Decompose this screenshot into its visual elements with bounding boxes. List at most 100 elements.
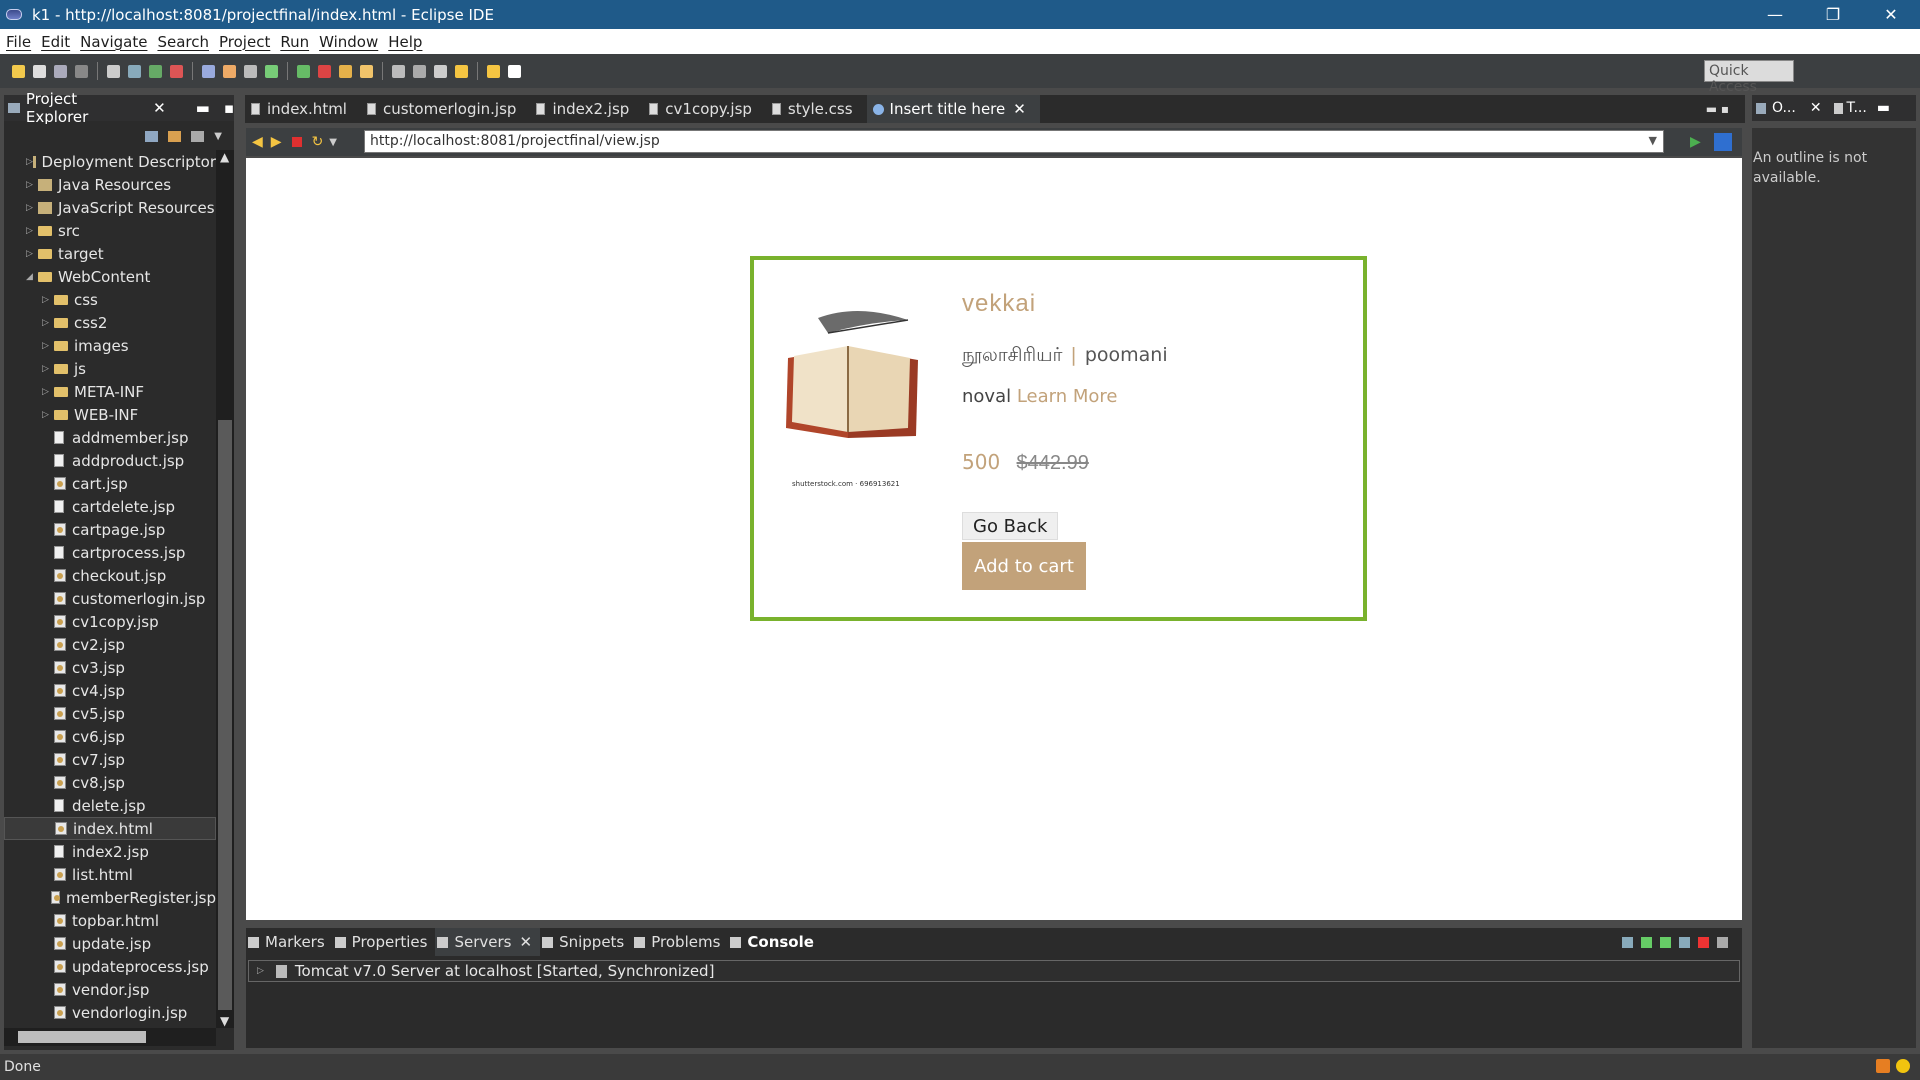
close-window-button[interactable]: ✕ [1862,0,1920,29]
tree-item[interactable]: ▷ JavaScript Resources [4,196,216,219]
server-action-icon[interactable] [1717,936,1728,948]
editor-tab[interactable]: style.css [766,95,867,123]
bottom-tab[interactable]: Console [728,928,822,956]
toolbar-tool-icon[interactable] [455,64,468,78]
toolbar-tool-icon[interactable] [318,64,331,78]
expand-arrow-icon[interactable]: ▷ [42,318,54,328]
tree-item[interactable]: ▷ WEB-INF [4,403,216,426]
tree-item[interactable]: cartpage.jsp [4,518,216,541]
close-icon[interactable]: ✕ [153,99,166,117]
menu-run[interactable]: Run [280,33,309,51]
expand-arrow-icon[interactable]: ▷ [26,203,38,213]
server-row[interactable]: ▷ Tomcat v7.0 Server at localhost [Start… [248,960,1740,982]
scrollbar-thumb[interactable] [218,420,232,1010]
tree-item[interactable]: checkout.jsp [4,564,216,587]
bottom-tab[interactable]: Snippets [540,928,632,956]
toolbar-tool-icon[interactable] [487,64,500,78]
tree-item[interactable]: ▷ images [4,334,216,357]
expand-arrow-icon[interactable]: ▷ [257,966,264,976]
server-action-icon[interactable] [1660,936,1671,948]
toolbar-tool-icon[interactable] [339,64,352,78]
server-action-icon[interactable] [1641,936,1652,948]
open-external-icon[interactable] [1714,133,1732,151]
tree-item[interactable]: cart.jsp [4,472,216,495]
tree-item[interactable]: ▷ META-INF [4,380,216,403]
expand-arrow-icon[interactable]: ▷ [42,341,54,351]
menu-edit[interactable]: Edit [41,33,70,51]
server-action-icon[interactable] [1698,936,1709,948]
expand-arrow-icon[interactable]: ▷ [26,180,38,190]
toolbar-tool-icon[interactable] [244,64,257,78]
toolbar-tool-icon[interactable] [107,64,120,78]
tree-item[interactable]: cv6.jsp [4,725,216,748]
explorer-horizontal-scrollbar[interactable] [4,1028,216,1046]
tree-item[interactable]: addmember.jsp [4,426,216,449]
bottom-tab[interactable]: Properties [333,928,436,956]
tree-item[interactable]: memberRegister.jsp [4,886,216,909]
maximize-view-icon[interactable]: ▪ [224,99,234,117]
tree-item[interactable]: cv2.jsp [4,633,216,656]
toolbar-tool-icon[interactable] [508,64,521,78]
tree-item[interactable]: index.html [4,817,216,840]
tree-item[interactable]: cv7.jsp [4,748,216,771]
link-editor-icon[interactable] [168,130,182,142]
tree-item[interactable]: ▷ Deployment Descriptor [4,150,216,173]
editor-tab[interactable]: index.html [245,95,361,123]
tree-item[interactable]: ▷ css [4,288,216,311]
tree-item[interactable]: index2.jsp [4,840,216,863]
rss-icon[interactable] [1876,1059,1890,1073]
toolbar-tool-icon[interactable] [12,64,25,78]
toolbar-tool-icon[interactable] [360,64,373,78]
expand-arrow-icon[interactable]: ▷ [42,364,54,374]
toolbar-tool-icon[interactable] [434,64,447,78]
minimize-button[interactable]: — [1746,0,1804,29]
editor-tab[interactable]: Insert title here ✕ [866,95,1040,123]
editor-tab[interactable]: customerlogin.jsp [361,95,530,123]
toolbar-tool-icon[interactable] [54,64,67,78]
forward-arrow-icon[interactable]: ▶ [271,134,282,150]
tree-item[interactable]: cv5.jsp [4,702,216,725]
menu-search[interactable]: Search [157,33,209,51]
menu-project[interactable]: Project [219,33,270,51]
close-icon[interactable]: ✕ [1810,100,1822,116]
tree-item[interactable]: delete.jsp [4,794,216,817]
tree-item[interactable]: cv8.jsp [4,771,216,794]
back-arrow-icon[interactable]: ◀ [252,134,263,150]
toolbar-tool-icon[interactable] [392,64,405,78]
collapse-all-icon[interactable] [145,130,159,142]
tree-item[interactable]: cv1copy.jsp [4,610,216,633]
menu-window[interactable]: Window [319,33,378,51]
add-to-cart-button[interactable]: Add to cart [962,542,1086,590]
toolbar-tool-icon[interactable] [223,64,236,78]
go-back-button[interactable]: Go Back [962,512,1059,540]
tree-item[interactable]: topbar.html [4,909,216,932]
toolbar-tool-icon[interactable] [202,64,215,78]
expand-arrow-icon[interactable]: ▷ [26,226,38,236]
tree-item[interactable]: cv4.jsp [4,679,216,702]
tree-item[interactable]: addproduct.jsp [4,449,216,472]
server-action-icon[interactable] [1679,936,1690,948]
tree-item[interactable]: ▷ Java Resources [4,173,216,196]
close-icon[interactable]: ✕ [1013,100,1026,118]
scroll-up-icon[interactable]: ▲ [220,150,229,164]
explorer-vertical-scrollbar[interactable]: ▲ ▼ [216,150,234,1028]
minimize-view-icon[interactable]: ▬ [196,99,210,117]
tip-icon[interactable] [1896,1059,1910,1073]
editor-tab[interactable]: index2.jsp [530,95,643,123]
tree-item[interactable]: updateprocess.jsp [4,955,216,978]
tree-item[interactable]: list.html [4,863,216,886]
nav-menu-icon[interactable]: ▼ [329,137,337,148]
maximize-button[interactable]: ❐ [1804,0,1862,29]
tree-item[interactable]: ▷ css2 [4,311,216,334]
tree-item[interactable]: vendorlogin.jsp [4,1001,216,1024]
toolbar-tool-icon[interactable] [128,64,141,78]
tree-item[interactable]: cartprocess.jsp [4,541,216,564]
toolbar-tool-icon[interactable] [170,64,183,78]
expand-arrow-icon[interactable]: ▷ [26,249,38,259]
tree-item[interactable]: ▷ target [4,242,216,265]
view-menu-icon[interactable]: ▼ [214,131,222,142]
outline-tab[interactable]: O... [1772,100,1796,116]
toolbar-tool-icon[interactable] [75,64,88,78]
minimize-view-icon[interactable]: ▬ [1877,100,1890,116]
toolbar-tool-icon[interactable] [265,64,278,78]
